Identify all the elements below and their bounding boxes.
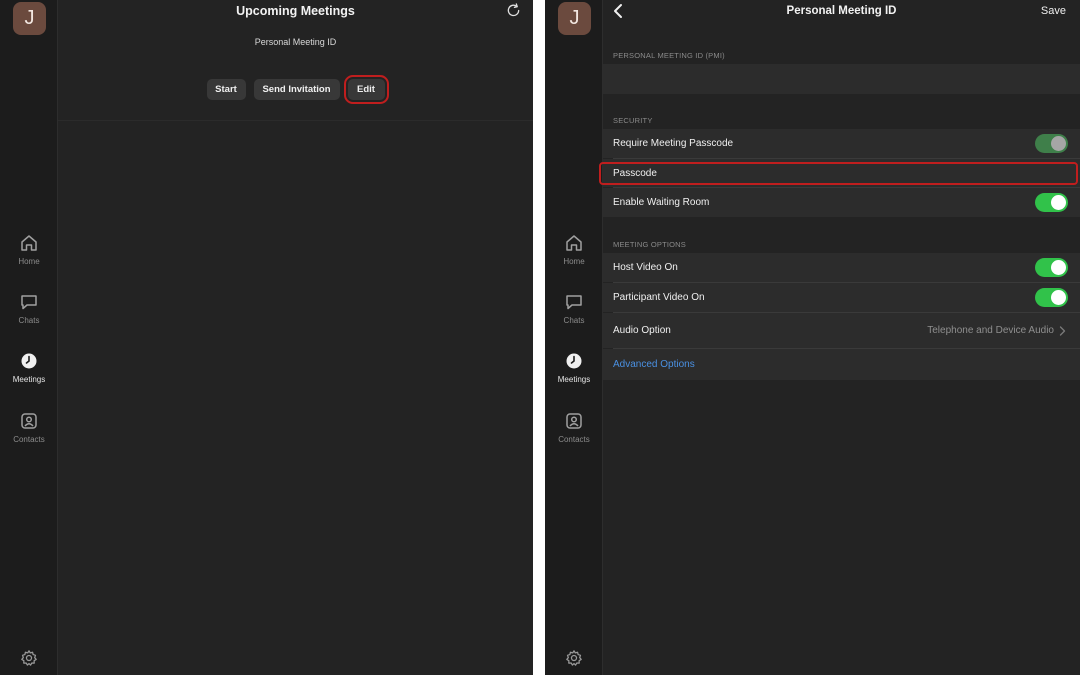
participant-video-row: Participant Video On (603, 283, 1080, 312)
refresh-icon[interactable] (506, 3, 521, 18)
sidebar-item-chats[interactable]: Chats (545, 292, 603, 325)
save-button[interactable]: Save (1041, 5, 1066, 17)
sidebar-item-label: Home (18, 257, 40, 266)
sidebar-item-label: Home (563, 257, 585, 266)
meeting-options-section-header: MEETING OPTIONS (613, 240, 687, 249)
passcode-highlight-box (599, 162, 1078, 185)
sidebar-item-meetings[interactable]: Meetings (545, 351, 603, 384)
waiting-room-toggle[interactable] (1035, 193, 1068, 212)
row-label: Enable Waiting Room (613, 197, 710, 208)
participant-video-toggle[interactable] (1035, 288, 1068, 307)
start-button[interactable]: Start (206, 79, 246, 100)
row-label: Audio Option (613, 325, 671, 336)
sidebar-item-meetings[interactable]: Meetings (0, 351, 58, 384)
contacts-icon (566, 413, 582, 429)
audio-option-value: Telephone and Device Audio (927, 325, 1054, 336)
sidebar-item-label: Meetings (12, 375, 46, 384)
upcoming-meetings-screen: J Home Chats Meetings Contacts Upcoming … (0, 0, 533, 675)
sidebar-item-label: Contacts (13, 435, 45, 444)
clock-icon (21, 353, 37, 369)
sidebar-item-label: Chats (18, 316, 40, 325)
contacts-icon (21, 413, 37, 429)
sidebar: J Home Chats Meetings Contacts (545, 0, 603, 675)
security-section-header: SECURITY (613, 116, 653, 125)
page-title: Personal Meeting ID (786, 5, 897, 17)
pmi-value-row[interactable] (603, 64, 1080, 94)
home-icon (21, 235, 37, 251)
meeting-actions: Start Send Invitation Edit (58, 75, 533, 104)
row-label: Participant Video On (613, 292, 705, 303)
pmi-settings-panel: Personal Meeting ID Save PERSONAL MEETIN… (599, 0, 1080, 675)
advanced-options-link[interactable]: Advanced Options (613, 359, 695, 370)
advanced-options-row[interactable]: Advanced Options (603, 349, 1080, 380)
waiting-room-row: Enable Waiting Room (603, 188, 1080, 217)
require-passcode-row: Require Meeting Passcode (603, 129, 1080, 158)
sidebar-item-chats[interactable]: Chats (0, 292, 58, 325)
sidebar-item-label: Chats (563, 316, 585, 325)
sidebar: J Home Chats Meetings Contacts (0, 0, 58, 675)
chat-icon (566, 295, 582, 310)
require-passcode-toggle[interactable] (1035, 134, 1068, 153)
row-label: Require Meeting Passcode (613, 138, 734, 149)
sidebar-item-home[interactable]: Home (0, 233, 58, 266)
clock-icon (566, 353, 582, 369)
send-invitation-button[interactable]: Send Invitation (253, 79, 340, 100)
page-title: Upcoming Meetings (236, 4, 355, 18)
audio-option-row[interactable]: Audio Option Telephone and Device Audio (603, 313, 1080, 348)
sidebar-item-label: Meetings (557, 375, 591, 384)
meeting-subtitle: Personal Meeting ID (254, 37, 337, 47)
edit-button[interactable]: Edit (343, 75, 389, 104)
chevron-right-icon (1059, 325, 1066, 336)
gear-icon[interactable] (20, 649, 38, 667)
chat-icon (21, 295, 37, 310)
sidebar-item-label: Contacts (558, 435, 590, 444)
row-label: Host Video On (613, 262, 678, 273)
personal-meeting-id-screen: J Home Chats Meetings Contacts Personal … (545, 0, 1080, 675)
host-video-row: Host Video On (603, 253, 1080, 282)
host-video-toggle[interactable] (1035, 258, 1068, 277)
sidebar-item-contacts[interactable]: Contacts (0, 411, 58, 444)
pmi-section-header: PERSONAL MEETING ID (PMI) (613, 51, 725, 60)
sidebar-item-contacts[interactable]: Contacts (545, 411, 603, 444)
avatar[interactable]: J (558, 2, 591, 35)
sidebar-item-home[interactable]: Home (545, 233, 603, 266)
avatar[interactable]: J (13, 2, 46, 35)
divider (58, 120, 533, 121)
home-icon (566, 235, 582, 251)
meetings-panel: Upcoming Meetings Personal Meeting ID St… (58, 0, 533, 675)
gear-icon[interactable] (565, 649, 583, 667)
